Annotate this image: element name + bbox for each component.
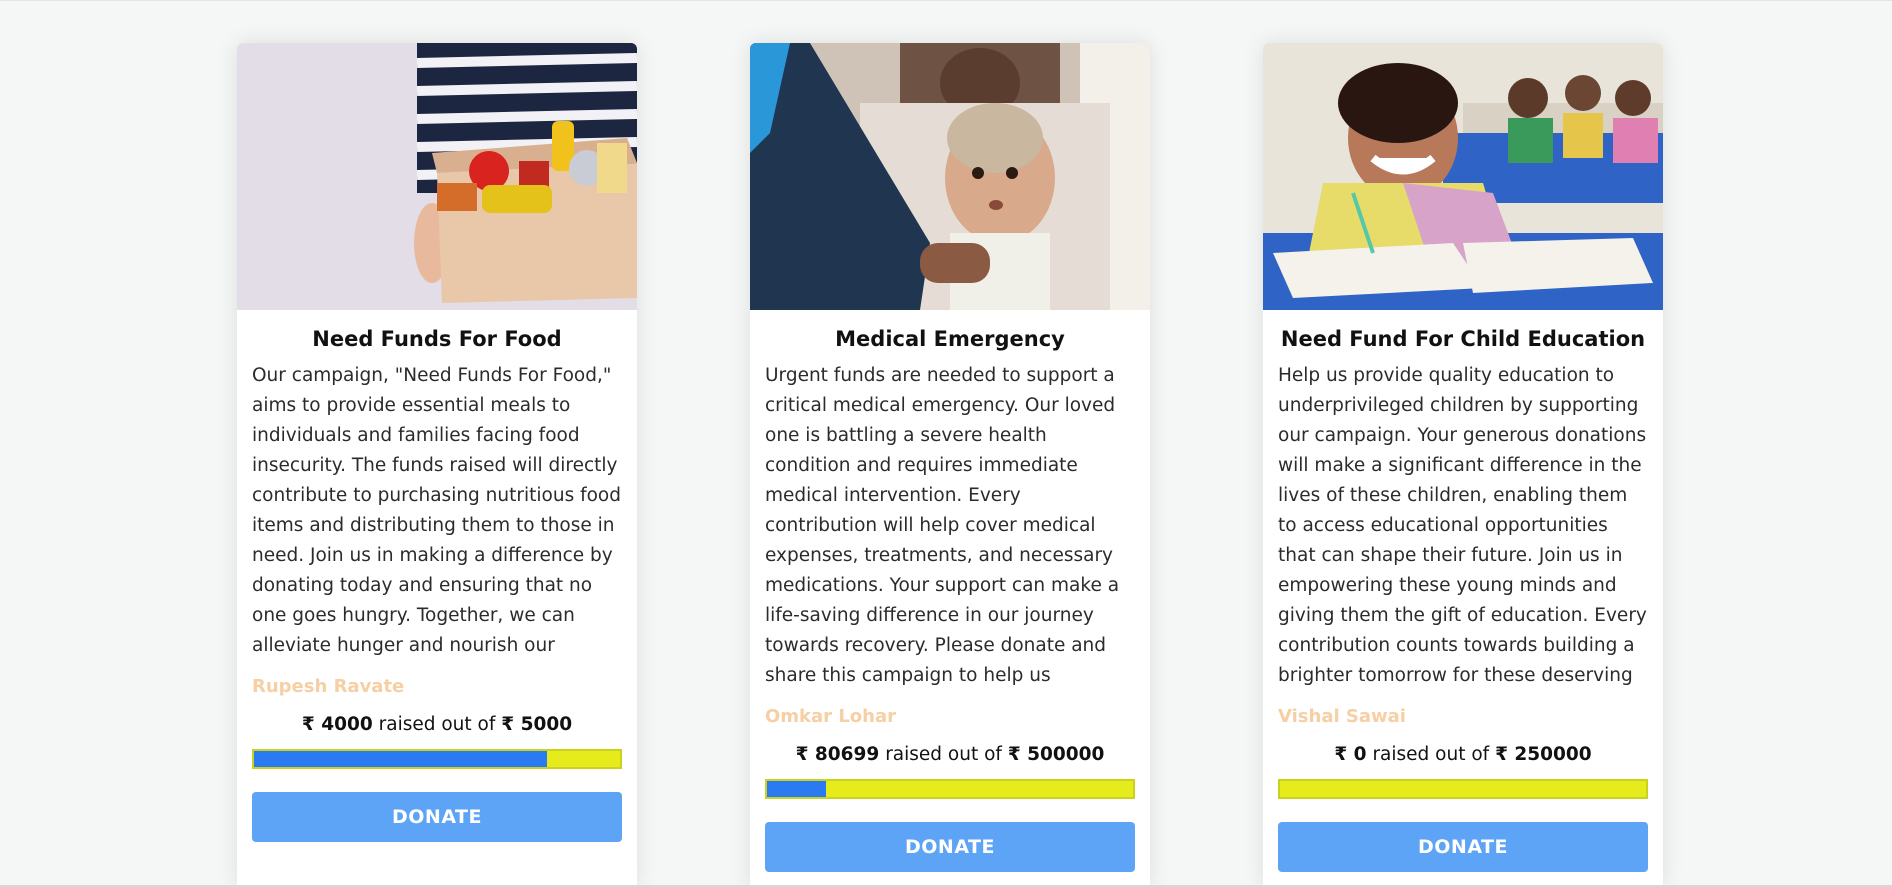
campaign-author[interactable]: Rupesh Ravate — [252, 675, 622, 699]
progress-fill — [254, 751, 547, 767]
campaign-author[interactable]: Vishal Sawai — [1278, 705, 1648, 729]
campaign-title: Need Funds For Food — [312, 327, 562, 351]
currency-symbol: ₹ — [301, 714, 315, 735]
campaign-title: Need Fund For Child Education — [1280, 327, 1646, 351]
campaign-card-medical: Medical Emergency Urgent funds are neede… — [750, 43, 1150, 887]
donate-button[interactable]: DONATE — [1278, 822, 1648, 872]
progress-bar — [252, 749, 622, 769]
raised-summary: ₹ 80699 raised out of ₹ 500000 — [765, 743, 1135, 767]
raised-amount: 4000 — [321, 714, 373, 735]
currency-symbol: ₹ — [1495, 744, 1508, 765]
progress-bar — [765, 779, 1135, 799]
child-medical-photo — [750, 43, 1150, 310]
campaign-card-food: Need Funds For Food Our campaign, "Need … — [237, 43, 637, 887]
raised-amount: 0 — [1353, 744, 1367, 765]
raised-label: raised out of — [885, 744, 1002, 765]
top-divider — [0, 0, 1892, 1]
currency-symbol: ₹ — [795, 744, 809, 765]
campaign-title: Medical Emergency — [835, 327, 1065, 351]
food-box-photo — [237, 43, 637, 310]
raised-amount: 80699 — [814, 744, 880, 765]
campaign-description: Help us provide quality education to und… — [1278, 365, 1647, 686]
goal-amount: 5000 — [520, 714, 573, 735]
currency-symbol: ₹ — [1007, 744, 1021, 765]
progress-fill — [767, 781, 826, 797]
raised-label: raised out of — [378, 714, 496, 735]
raised-summary: ₹ 0 raised out of ₹ 250000 — [1278, 743, 1648, 767]
campaign-author[interactable]: Omkar Lohar — [765, 705, 1135, 729]
progress-bar — [1278, 779, 1648, 799]
campaign-card-education: Need Fund For Child Education Help us pr… — [1263, 43, 1663, 887]
raised-label: raised out of — [1372, 744, 1490, 765]
campaign-description: Urgent funds are needed to support a cri… — [765, 365, 1120, 686]
donate-button[interactable]: DONATE — [252, 792, 622, 842]
donate-button[interactable]: DONATE — [765, 822, 1135, 872]
goal-amount: 250000 — [1514, 744, 1592, 765]
campaign-description: Our campaign, "Need Funds For Food," aim… — [252, 365, 621, 656]
currency-symbol: ₹ — [501, 714, 515, 735]
raised-summary: ₹ 4000 raised out of ₹ 5000 — [252, 713, 622, 737]
classroom-student-photo — [1263, 43, 1663, 310]
goal-amount: 500000 — [1027, 744, 1105, 765]
currency-symbol: ₹ — [1334, 744, 1348, 765]
